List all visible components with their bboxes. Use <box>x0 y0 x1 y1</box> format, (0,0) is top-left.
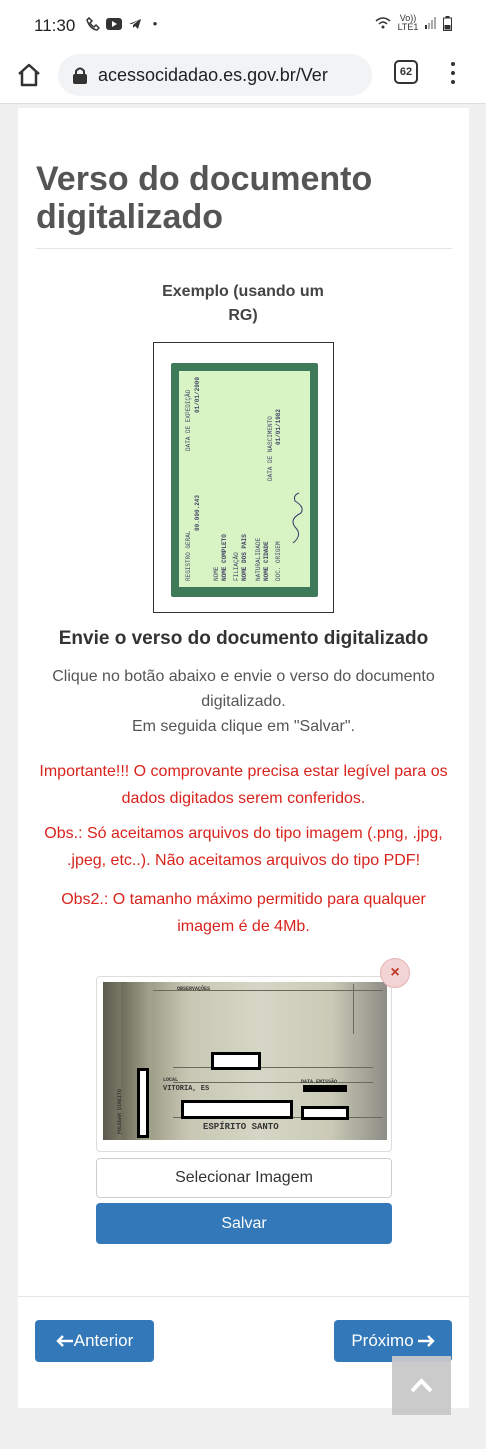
photo-polegar: POLEGAR DIREITO <box>117 1088 123 1134</box>
previous-label: Anterior <box>73 1331 134 1350</box>
warning-file-size: Obs2.: O tamanho máximo permitido para q… <box>61 891 426 935</box>
tabs-icon[interactable]: 62 <box>394 60 418 84</box>
footer-divider <box>18 1296 469 1297</box>
redaction-box <box>181 1100 293 1119</box>
photo-city: VITORIA, ES <box>163 1085 210 1093</box>
warning-legibility: Importante!!! O comprovante precisa esta… <box>39 763 448 807</box>
uploaded-image: OBSERVAÇÕES LOCAL VITORIA, ES DATA EMISS… <box>103 982 387 1140</box>
wifi-icon <box>375 17 391 29</box>
photo-state: ESPÍRITO SANTO <box>203 1122 279 1132</box>
call-icon <box>86 17 100 31</box>
network-label: Vo)) LTE1 <box>397 13 419 32</box>
rg-nascimento-value: 01/01/1982 <box>275 408 282 445</box>
photo-local-label: LOCAL <box>163 1077 179 1083</box>
status-right: Vo)) LTE1 <box>375 14 452 32</box>
rg-naturalidade-value: NOME CIDADE <box>263 541 270 581</box>
signature-image <box>292 492 303 544</box>
save-button[interactable]: Salvar <box>96 1203 392 1244</box>
upload-preview: OBSERVAÇÕES LOCAL VITORIA, ES DATA EMISS… <box>96 976 392 1152</box>
warning-file-type: Obs.: Só aceitamos arquivos do tipo imag… <box>44 825 443 869</box>
title-divider <box>36 248 452 249</box>
status-bar: 11:30 • Vo)) LTE1 <box>0 0 486 50</box>
next-label: Próximo <box>351 1331 414 1350</box>
status-time: 11:30 <box>34 16 76 35</box>
rg-registro: REGISTRO GERAL <box>185 530 192 581</box>
chevron-up-icon <box>410 1378 433 1393</box>
rg-expedicao: DATA DE EXPEDIÇÃO <box>185 389 192 451</box>
remove-image-button[interactable]: × <box>380 958 410 988</box>
redaction-box <box>211 1052 261 1070</box>
main-card: Verso do documento digitalizado Exemplo … <box>18 108 469 1408</box>
dot-icon: • <box>152 16 158 31</box>
instructions: Clique no botão abaixo e envie o verso d… <box>28 664 459 739</box>
address-bar[interactable]: acessocidadao.es.gov.br/Ver <box>58 54 372 96</box>
page-title: Verso do documento digitalizado <box>36 160 373 236</box>
kebab-menu-icon[interactable] <box>446 60 460 86</box>
rg-card: REGISTRO GERAL 00.000.243 DATA DE EXPEDI… <box>171 363 318 597</box>
example-image: REGISTRO GERAL 00.000.243 DATA DE EXPEDI… <box>153 342 334 613</box>
section-heading: Envie o verso do documento digitalizado <box>58 628 429 649</box>
redaction-box <box>301 1106 349 1120</box>
home-icon[interactable] <box>14 60 44 90</box>
url-text: acessocidadao.es.gov.br/Ver <box>98 65 328 85</box>
rg-expedicao-value: 01/01/2000 <box>194 376 201 413</box>
redaction-box <box>303 1085 347 1092</box>
signal-icon <box>425 17 436 29</box>
instructions-line-1: Clique no botão abaixo e envie o verso d… <box>52 668 435 710</box>
rg-doc-origem: DOC. ORIGEM <box>275 541 282 581</box>
rg-registro-value: 00.000.243 <box>194 494 201 531</box>
rg-filiacao-label: FILIAÇÃO <box>233 552 240 581</box>
scroll-to-top-button[interactable] <box>392 1356 451 1415</box>
lock-icon <box>73 67 87 84</box>
rg-nascimento: DATA DE NASCIMENTO <box>267 416 274 481</box>
youtube-icon <box>106 18 122 30</box>
close-icon: × <box>390 964 400 981</box>
browser-toolbar: acessocidadao.es.gov.br/Ver 62 <box>0 50 486 104</box>
photo-observacoes: OBSERVAÇÕES <box>177 986 211 992</box>
arrow-left-icon <box>56 1335 73 1347</box>
telegram-icon <box>129 19 141 29</box>
rg-nome-value: NOME COMPLETO <box>221 534 228 581</box>
instructions-line-2: Em seguida clique em "Salvar". <box>131 718 355 735</box>
rg-naturalidade-label: NATURALIDADE <box>255 537 262 581</box>
arrow-right-icon <box>417 1335 435 1347</box>
rg-nome-label: NOME <box>213 566 220 581</box>
example-caption: Exemplo (usando um RG) <box>162 283 324 324</box>
battery-icon <box>443 15 452 31</box>
rg-filiacao-value: NOME DOS PAIS <box>241 534 248 581</box>
redaction-box <box>137 1068 149 1138</box>
notification-icons: • <box>86 17 162 31</box>
select-image-button[interactable]: Selecionar Imagem <box>96 1158 392 1198</box>
previous-button[interactable]: Anterior <box>35 1320 154 1362</box>
